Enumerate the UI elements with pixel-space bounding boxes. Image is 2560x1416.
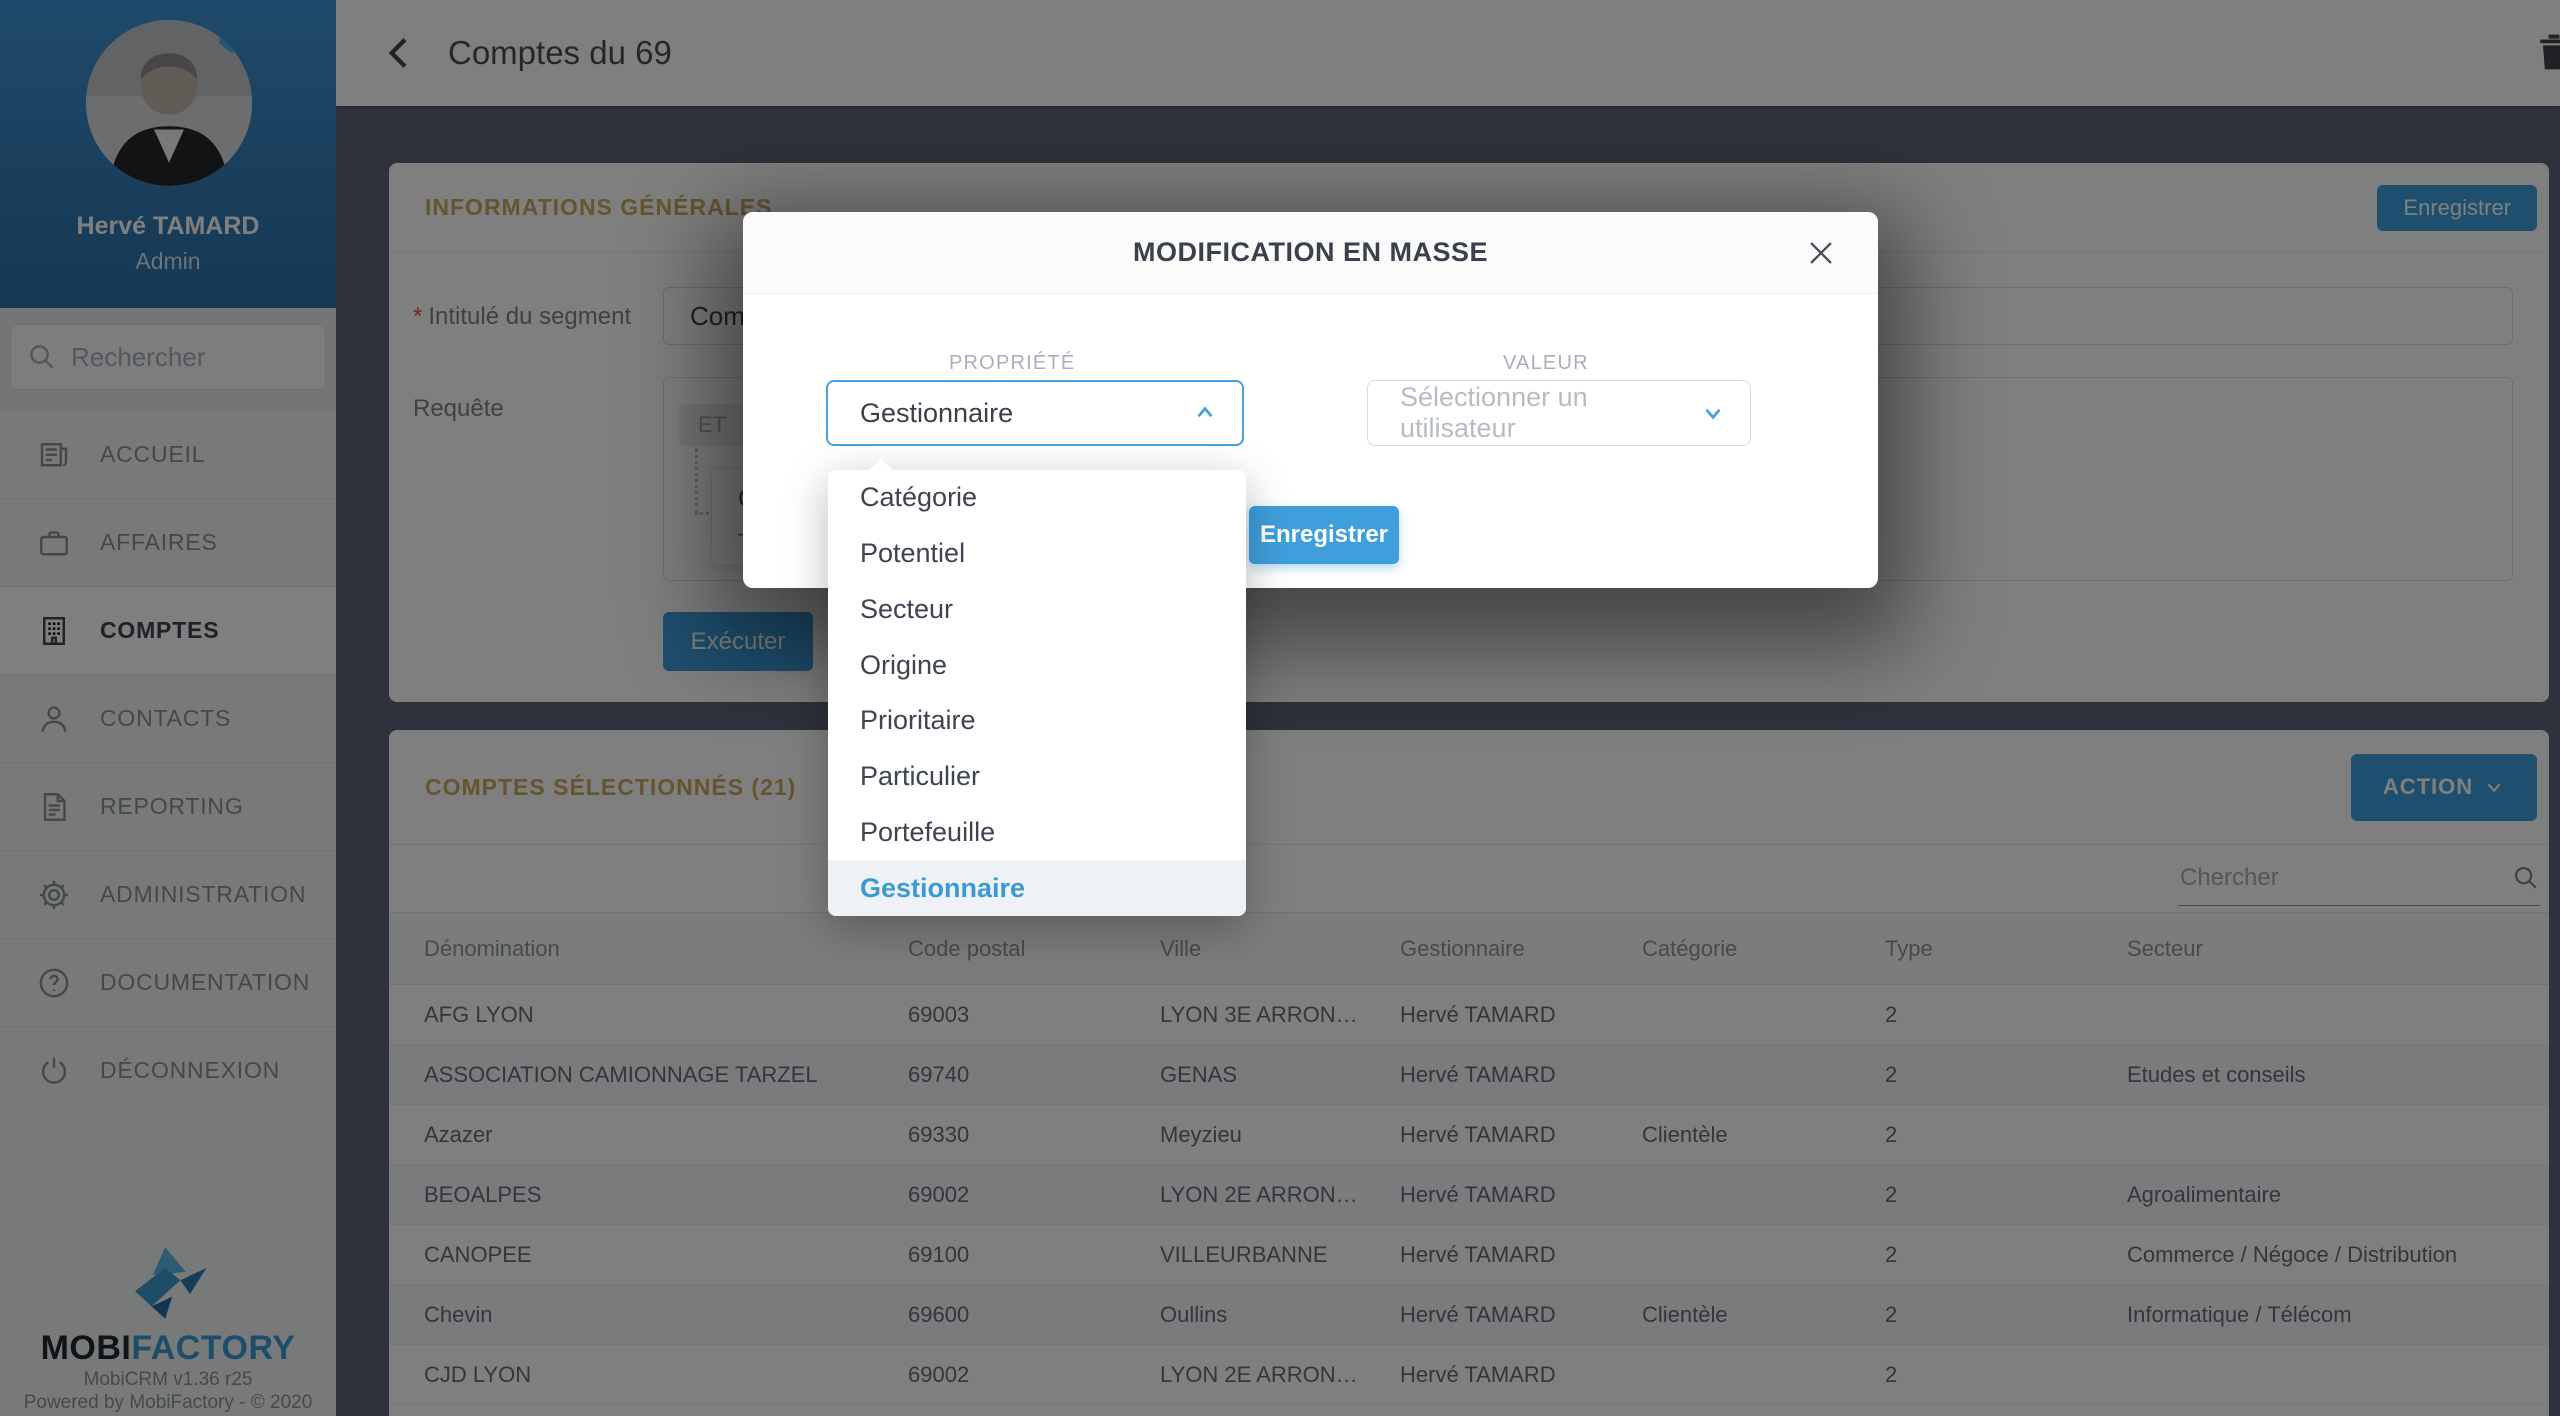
- dropdown-option-portefeuille[interactable]: Portefeuille: [828, 805, 1246, 861]
- dropdown-option-catgorie[interactable]: Catégorie: [828, 470, 1246, 526]
- chevron-down-icon: [1700, 400, 1726, 426]
- dropdown-option-origine[interactable]: Origine: [828, 637, 1246, 693]
- app-root: Hervé TAMARD Admin Rechercher ACCUEILAFF…: [0, 0, 2560, 1416]
- property-label: PROPRIÉTÉ: [949, 352, 1075, 375]
- property-select-value: Gestionnaire: [860, 398, 1192, 429]
- close-icon: [1804, 236, 1838, 270]
- dropdown-option-list: CatégoriePotentielSecteurOriginePriorita…: [828, 470, 1246, 916]
- dropdown-option-prioritaire[interactable]: Prioritaire: [828, 693, 1246, 749]
- dropdown-option-secteur[interactable]: Secteur: [828, 582, 1246, 638]
- dropdown-option-potentiel[interactable]: Potentiel: [828, 526, 1246, 582]
- dropdown-option-particulier[interactable]: Particulier: [828, 749, 1246, 805]
- dropdown-option-gestionnaire[interactable]: Gestionnaire: [828, 860, 1246, 916]
- chevron-up-icon: [1192, 400, 1218, 426]
- modal-title: MODIFICATION EN MASSE: [1133, 237, 1488, 268]
- value-select[interactable]: Sélectionner un utilisateur: [1367, 380, 1751, 446]
- modal-save-button[interactable]: Enregistrer: [1249, 506, 1399, 564]
- modal-header: MODIFICATION EN MASSE: [743, 212, 1878, 294]
- property-options-dropdown: CatégoriePotentielSecteurOriginePriorita…: [828, 470, 1246, 916]
- modal-close-button[interactable]: [1804, 236, 1838, 270]
- property-select[interactable]: Gestionnaire: [826, 380, 1244, 446]
- value-label: VALEUR: [1503, 352, 1589, 375]
- value-select-placeholder: Sélectionner un utilisateur: [1400, 382, 1700, 444]
